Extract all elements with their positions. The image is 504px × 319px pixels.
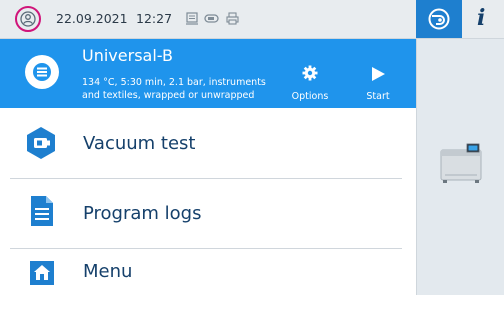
- program-card-universal-b[interactable]: Universal-B 134 °C, 5:30 min, 2.1 bar, i…: [0, 39, 416, 108]
- home-icon: [30, 261, 54, 285]
- gear-icon: [302, 65, 318, 81]
- document-icon: [31, 196, 53, 226]
- user-icon[interactable]: [15, 6, 41, 32]
- printer-icon: [226, 12, 239, 25]
- status-bar: 22.09.2021 12:27: [0, 0, 416, 39]
- list-item-menu[interactable]: Menu: [0, 249, 416, 319]
- tab-sterilizer[interactable]: [416, 0, 462, 38]
- list-item-program-logs[interactable]: Program logs: [0, 179, 416, 249]
- list-item-label: Menu: [83, 261, 133, 282]
- list-item-vacuum-test[interactable]: Vacuum test: [0, 108, 416, 178]
- program-icon: [25, 55, 59, 89]
- vacuum-test-icon: [27, 127, 55, 159]
- program-description-line2: and textiles, wrapped or unwrapped: [82, 90, 255, 101]
- status-time: 12:27: [136, 11, 173, 26]
- user-glyph: [20, 11, 36, 27]
- device-panel: [416, 39, 504, 295]
- start-button[interactable]: Start: [356, 39, 400, 108]
- program-list-icon: [33, 63, 51, 81]
- options-label: Options: [291, 91, 329, 102]
- sterilizer-device-icon: [440, 143, 482, 183]
- start-label: Start: [366, 91, 390, 102]
- usb-stick-icon: [204, 14, 219, 23]
- info-icon: i: [477, 5, 486, 31]
- log-document-icon: [186, 12, 198, 25]
- program-title: Universal-B: [82, 46, 173, 65]
- program-description: 134 °C, 5:30 min, 2.1 bar, instruments a…: [82, 76, 282, 102]
- list-item-label: Vacuum test: [83, 133, 196, 154]
- tab-info[interactable]: i: [462, 0, 504, 38]
- list-item-label: Program logs: [83, 203, 202, 224]
- options-button[interactable]: Options: [287, 39, 333, 108]
- program-description-line1: 134 °C, 5:30 min, 2.1 bar, instruments: [82, 77, 266, 88]
- status-date: 22.09.2021: [56, 11, 128, 26]
- play-icon: [372, 67, 385, 81]
- sterilizer-tab-icon: [428, 8, 450, 30]
